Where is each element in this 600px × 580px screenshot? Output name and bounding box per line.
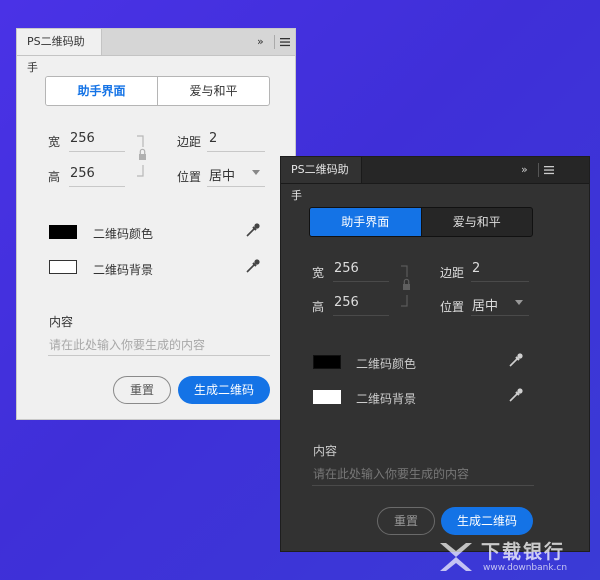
light-panel: PS二维码助手 » 助手界面 爱与和平 宽 256 高 256 边距 2 位置 … <box>16 28 296 420</box>
mode-toggle: 助手界面 爱与和平 <box>45 76 270 106</box>
panel-tabbar: PS二维码助手 » <box>281 157 589 202</box>
height-label: 高 <box>48 170 61 184</box>
qr-bg-label: 二维码背景 <box>356 392 417 406</box>
position-select[interactable]: 居中 <box>472 295 498 314</box>
mode-toggle: 助手界面 爱与和平 <box>309 207 533 237</box>
position-label: 位置 <box>440 300 465 314</box>
content-label: 内容 <box>313 444 338 458</box>
collapse-icon[interactable]: » <box>257 29 264 55</box>
qr-bg-swatch[interactable] <box>49 260 77 274</box>
dark-panel: PS二维码助手 » 助手界面 爱与和平 宽 256 高 256 边距 2 位置 … <box>280 156 590 552</box>
eyedropper-icon[interactable] <box>508 387 524 403</box>
width-label: 宽 <box>48 135 61 149</box>
reset-button[interactable]: 重置 <box>377 507 435 535</box>
content-input[interactable]: 请在此处输入你要生成的内容 <box>313 465 469 482</box>
tab-love[interactable]: 爱与和平 <box>158 77 269 105</box>
tab-helper[interactable]: 助手界面 <box>46 77 158 105</box>
watermark-logo-icon <box>440 543 472 571</box>
qr-color-label: 二维码颜色 <box>93 227 154 241</box>
panel-tabbar: PS二维码助手 » <box>17 29 295 74</box>
panel-menu-icon[interactable] <box>543 164 555 176</box>
watermark: 下载银行 www.downbank.cn <box>437 537 587 577</box>
height-label: 高 <box>312 300 325 314</box>
qr-color-label: 二维码颜色 <box>356 357 417 371</box>
content-label: 内容 <box>49 315 74 329</box>
chevron-down-icon[interactable] <box>252 170 260 175</box>
tab-helper[interactable]: 助手界面 <box>310 208 422 236</box>
eyedropper-icon[interactable] <box>245 222 261 238</box>
tabbar-divider <box>538 163 539 177</box>
height-input[interactable]: 256 <box>70 166 95 181</box>
watermark-brand: 下载银行 <box>481 541 566 563</box>
qr-bg-label: 二维码背景 <box>93 263 154 277</box>
position-label: 位置 <box>177 170 202 184</box>
panel-menu-icon[interactable] <box>279 36 291 48</box>
margin-input[interactable]: 2 <box>472 261 480 276</box>
generate-button[interactable]: 生成二维码 <box>178 376 270 404</box>
margin-input[interactable]: 2 <box>209 131 217 146</box>
margin-label: 边距 <box>440 266 465 280</box>
qr-color-swatch[interactable] <box>313 355 341 369</box>
chevron-down-icon[interactable] <box>515 300 523 305</box>
lock-icon[interactable] <box>399 265 411 307</box>
position-select[interactable]: 居中 <box>209 165 235 184</box>
reset-button[interactable]: 重置 <box>113 376 171 404</box>
height-input[interactable]: 256 <box>334 295 359 310</box>
generate-button[interactable]: 生成二维码 <box>441 507 533 535</box>
width-input[interactable]: 256 <box>70 131 95 146</box>
qr-color-swatch[interactable] <box>49 225 77 239</box>
content-input[interactable]: 请在此处输入你要生成的内容 <box>49 336 205 353</box>
margin-label: 边距 <box>177 135 202 149</box>
width-label: 宽 <box>312 266 325 280</box>
width-input[interactable]: 256 <box>334 261 359 276</box>
tab-love[interactable]: 爱与和平 <box>422 208 533 236</box>
watermark-url: www.downbank.cn <box>483 563 568 573</box>
eyedropper-icon[interactable] <box>245 258 261 274</box>
collapse-icon[interactable]: » <box>521 157 528 183</box>
lock-icon[interactable] <box>135 135 147 177</box>
qr-bg-swatch[interactable] <box>313 390 341 404</box>
panel-tab[interactable]: PS二维码助手 <box>17 29 102 74</box>
eyedropper-icon[interactable] <box>508 352 524 368</box>
tabbar-divider <box>274 35 275 49</box>
panel-tab[interactable]: PS二维码助手 <box>281 157 362 202</box>
